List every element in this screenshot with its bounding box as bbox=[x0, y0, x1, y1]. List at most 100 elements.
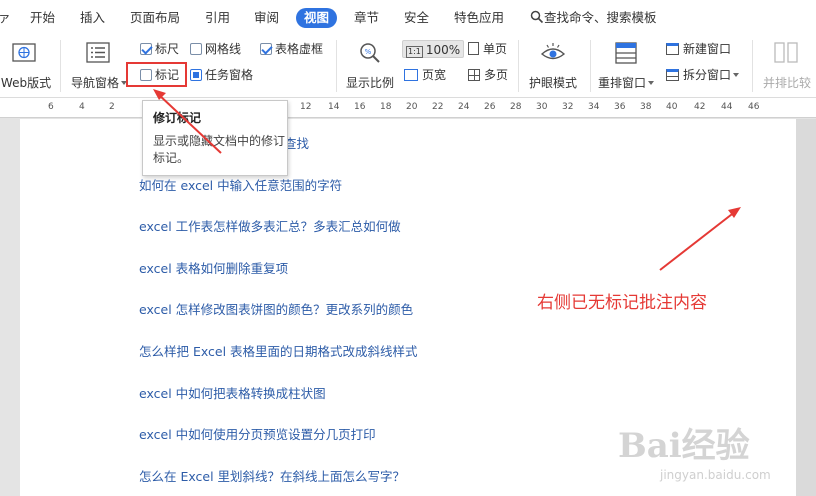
tab-view[interactable]: 视图 bbox=[296, 8, 338, 28]
web-layout-button[interactable]: Web版式 bbox=[0, 40, 52, 94]
gridlines-checkbox[interactable]: 网格线 bbox=[190, 40, 241, 58]
ruler-tick: 24 bbox=[458, 102, 470, 112]
chevron-down-icon bbox=[733, 73, 740, 77]
ribbon-divider bbox=[590, 40, 591, 92]
ruler-tick: 2 bbox=[109, 102, 115, 112]
tab-references[interactable]: 引用 bbox=[205, 8, 230, 28]
baidu-watermark: Bai经验 bbox=[618, 426, 750, 466]
command-search[interactable]: 查找命令、搜索模板 bbox=[530, 8, 657, 28]
arrange-windows-button[interactable]: 重排窗口 bbox=[596, 40, 656, 94]
tab-security[interactable]: 安全 bbox=[404, 8, 429, 28]
single-page-icon bbox=[468, 42, 479, 55]
tab-insert[interactable]: 插入 bbox=[80, 8, 105, 28]
markup-tooltip: 修订标记 显示或隐藏文档中的修订标记。 bbox=[142, 100, 288, 176]
nav-pane-icon bbox=[86, 42, 110, 63]
ruler-tick: 42 bbox=[694, 102, 706, 112]
chevron-down-icon bbox=[648, 81, 654, 85]
ruler-tick: 4 bbox=[79, 102, 85, 112]
tab-special-apps[interactable]: 特色应用 bbox=[454, 8, 504, 28]
ruler-tick: 20 bbox=[406, 102, 418, 112]
task-pane-icon bbox=[190, 69, 202, 81]
ruler-tick: 28 bbox=[510, 102, 522, 112]
new-window-button[interactable]: 新建窗口 bbox=[666, 40, 731, 58]
gridlines-label: 网格线 bbox=[205, 42, 242, 56]
single-page-label: 单页 bbox=[483, 42, 508, 56]
table-gridlines-label: 表格虚框 bbox=[275, 42, 324, 56]
zoom-value: 100% bbox=[425, 43, 461, 57]
tab-prev[interactable]: ァ bbox=[0, 8, 11, 28]
ruler-tick: 26 bbox=[484, 102, 496, 112]
zoom-button[interactable]: % 显示比例 bbox=[342, 40, 398, 94]
zoom-label: 显示比例 bbox=[345, 76, 394, 90]
doc-link[interactable]: excel 怎样修改图表饼图的颜色？更改系列的颜色 bbox=[139, 299, 413, 318]
page-margin-shade bbox=[796, 119, 816, 496]
nav-pane-button[interactable]: 导航窗格 bbox=[68, 40, 130, 94]
doc-link[interactable]: excel 工作表怎样做多表汇总？多表汇总如何做 bbox=[139, 216, 401, 235]
markup-highlight-box bbox=[126, 62, 187, 87]
table-gridlines-checkbox[interactable]: 表格虚框 bbox=[260, 40, 323, 58]
tab-review[interactable]: 审阅 bbox=[254, 8, 279, 28]
ruler-checkbox[interactable]: 标尺 bbox=[140, 40, 179, 58]
ruler-tick: 18 bbox=[380, 102, 392, 112]
tab-page-layout[interactable]: 页面布局 bbox=[130, 8, 180, 28]
ruler-tick: 46 bbox=[748, 102, 760, 112]
doc-link[interactable]: excel 表格如何删除重复项 bbox=[139, 258, 288, 277]
view-ribbon: Web版式 导航窗格 标尺 网格线 表格虚框 标记 任务窗格 % 显示比例 1:… bbox=[0, 34, 816, 98]
side-by-side-icon bbox=[774, 42, 798, 63]
ruler-tick: 40 bbox=[666, 102, 678, 112]
zoom-100-button[interactable]: 1:1 100% bbox=[402, 40, 465, 58]
tab-chapter[interactable]: 章节 bbox=[354, 8, 379, 28]
menu-tab-bar: ァ 开始 插入 页面布局 引用 审阅 视图 章节 安全 特色应用 查找命令、搜索… bbox=[0, 0, 816, 34]
horizontal-ruler[interactable]: 6 4 2 12 14 16 18 20 22 24 26 28 30 32 3… bbox=[0, 98, 816, 118]
single-page-button[interactable]: 单页 bbox=[468, 40, 507, 58]
split-window-label: 拆分窗口 bbox=[683, 68, 732, 82]
ruler-tick: 12 bbox=[300, 102, 312, 112]
ruler-tick: 44 bbox=[721, 102, 733, 112]
eye-protection-button[interactable]: 护眼模式 bbox=[524, 40, 582, 94]
ruler-label: 标尺 bbox=[155, 42, 180, 56]
web-layout-icon bbox=[12, 43, 36, 62]
ruler-tick: 30 bbox=[536, 102, 548, 112]
search-icon bbox=[530, 10, 544, 24]
watermark-url: jingyan.baidu.com bbox=[660, 468, 771, 482]
multi-page-label: 多页 bbox=[484, 68, 509, 82]
split-window-icon bbox=[666, 69, 679, 81]
eye-icon bbox=[540, 43, 566, 60]
page-width-label: 页宽 bbox=[422, 68, 447, 82]
nav-pane-text: 导航窗格 bbox=[70, 76, 119, 90]
doc-link[interactable]: excel 中如何把表格转换成柱状图 bbox=[139, 383, 326, 402]
ruler-tick: 16 bbox=[354, 102, 366, 112]
one-to-one-icon: 1:1 bbox=[406, 46, 423, 58]
ribbon-divider bbox=[60, 40, 61, 92]
svg-text:%: % bbox=[365, 48, 372, 56]
checkbox-checked-icon bbox=[140, 43, 152, 55]
ribbon-divider bbox=[336, 40, 337, 92]
page-width-icon bbox=[404, 69, 418, 81]
tooltip-body: 显示或隐藏文档中的修订标记。 bbox=[153, 134, 286, 165]
ruler-tick: 34 bbox=[588, 102, 600, 112]
tab-home[interactable]: 开始 bbox=[30, 8, 55, 28]
doc-link[interactable]: 怎么在 Excel 里划斜线？在斜线上面怎么写字？ bbox=[139, 466, 405, 485]
command-search-label: 查找命令、搜索模板 bbox=[544, 10, 657, 25]
doc-link[interactable]: excel 中如何使用分页预览设置分几页打印 bbox=[139, 424, 376, 443]
doc-link[interactable]: 怎么样把 Excel 表格里面的日期格式改成斜线样式 bbox=[139, 341, 418, 360]
page-width-button[interactable]: 页宽 bbox=[404, 66, 446, 84]
side-by-side-label: 并排比较 bbox=[762, 76, 811, 90]
ruler-tick: 36 bbox=[614, 102, 626, 112]
zoom-magnifier-icon: % bbox=[360, 43, 380, 63]
ruler-tick: 22 bbox=[432, 102, 444, 112]
doc-link[interactable]: 如何在 excel 中输入任意范围的字符 bbox=[139, 175, 342, 194]
arrange-windows-text: 重排窗口 bbox=[597, 76, 646, 90]
checkbox-unchecked-icon bbox=[190, 43, 202, 55]
split-window-button[interactable]: 拆分窗口 bbox=[666, 66, 740, 84]
task-pane-checkbox[interactable]: 任务窗格 bbox=[190, 66, 253, 84]
side-by-side-button[interactable]: 并排比较 bbox=[758, 40, 816, 94]
annotation-text: 右侧已无标记批注内容 bbox=[537, 293, 707, 313]
ruler-tick: 6 bbox=[48, 102, 54, 112]
multi-page-button[interactable]: 多页 bbox=[468, 66, 508, 84]
multi-page-icon bbox=[468, 69, 480, 81]
arrange-windows-icon bbox=[615, 42, 637, 64]
checkbox-checked-icon bbox=[260, 43, 272, 55]
ruler-tick: 14 bbox=[328, 102, 340, 112]
ruler-tick: 38 bbox=[640, 102, 652, 112]
